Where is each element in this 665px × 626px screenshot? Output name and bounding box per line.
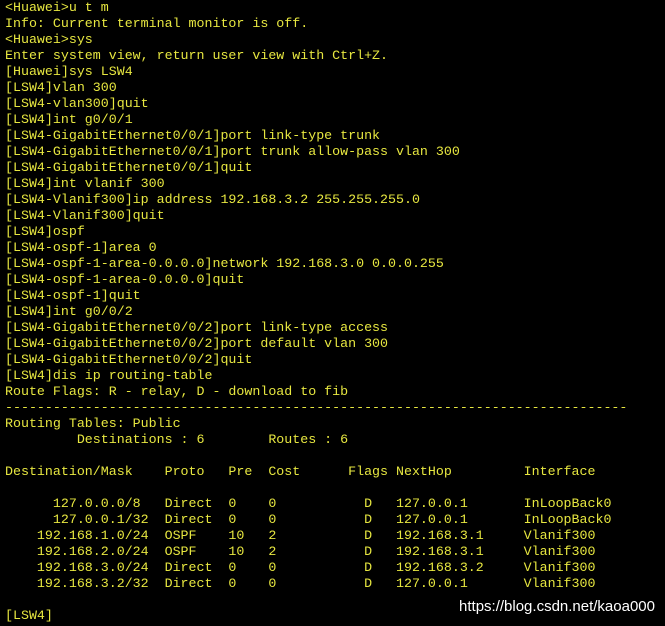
terminal-line: [LSW4-vlan300]quit bbox=[5, 96, 149, 111]
terminal-line: [LSW4-Vlanif300]ip address 192.168.3.2 2… bbox=[5, 192, 420, 207]
terminal-line: [LSW4-GigabitEthernet0/0/1]port trunk al… bbox=[5, 144, 460, 159]
terminal-line: 127.0.0.0/8 Direct 0 0 D 127.0.0.1 InLoo… bbox=[5, 496, 612, 511]
terminal-line: Info: Current terminal monitor is off. bbox=[5, 16, 309, 31]
terminal-line: 127.0.0.1/32 Direct 0 0 D 127.0.0.1 InLo… bbox=[5, 512, 612, 527]
terminal-line: [LSW4-GigabitEthernet0/0/1]quit bbox=[5, 160, 253, 175]
terminal-line: [LSW4]int g0/0/1 bbox=[5, 112, 133, 127]
terminal-line: [LSW4]ospf bbox=[5, 224, 85, 239]
terminal-line: [LSW4-GigabitEthernet0/0/2]quit bbox=[5, 352, 253, 367]
terminal-line: [LSW4-GigabitEthernet0/0/2]port default … bbox=[5, 336, 389, 351]
terminal-window[interactable]: <Huawei>u t m Info: Current terminal moni… bbox=[0, 0, 665, 626]
terminal-line: [LSW4-ospf-1]quit bbox=[5, 288, 141, 303]
terminal-line: [Huawei]sys LSW4 bbox=[5, 64, 133, 79]
terminal-line: [LSW4-GigabitEthernet0/0/2]port link-typ… bbox=[5, 320, 389, 335]
terminal-line: 192.168.2.0/24 OSPF 10 2 D 192.168.3.1 V… bbox=[5, 544, 596, 559]
terminal-line: Routing Tables: Public bbox=[5, 416, 181, 431]
terminal-line: [LSW4-ospf-1]area 0 bbox=[5, 240, 157, 255]
terminal-line: Route Flags: R - relay, D - download to … bbox=[5, 384, 349, 399]
terminal-line: 192.168.3.2/32 Direct 0 0 D 127.0.0.1 Vl… bbox=[5, 576, 596, 591]
terminal-line: [LSW4-ospf-1-area-0.0.0.0]quit bbox=[5, 272, 245, 287]
terminal-line: Enter system view, return user view with… bbox=[5, 48, 389, 63]
terminal-line: Destination/Mask Proto Pre Cost Flags Ne… bbox=[5, 464, 596, 479]
terminal-line: 192.168.3.0/24 Direct 0 0 D 192.168.3.2 … bbox=[5, 560, 596, 575]
terminal-line: [LSW4]dis ip routing-table bbox=[5, 368, 213, 383]
terminal-line: ----------------------------------------… bbox=[5, 400, 628, 415]
terminal-line: [LSW4]int g0/0/2 bbox=[5, 304, 133, 319]
terminal-line: [LSW4]vlan 300 bbox=[5, 80, 117, 95]
terminal-output: <Huawei>u t m Info: Current terminal moni… bbox=[5, 0, 627, 624]
terminal-line: [LSW4]int vlanif 300 bbox=[5, 176, 165, 191]
terminal-line: [LSW4-ospf-1-area-0.0.0.0]network 192.16… bbox=[5, 256, 444, 271]
terminal-line: 192.168.1.0/24 OSPF 10 2 D 192.168.3.1 V… bbox=[5, 528, 596, 543]
terminal-line: <Huawei>u t m bbox=[5, 0, 109, 15]
terminal-line: [LSW4-GigabitEthernet0/0/1]port link-typ… bbox=[5, 128, 381, 143]
terminal-line: Destinations : 6 Routes : 6 bbox=[5, 432, 349, 447]
terminal-line: <Huawei>sys bbox=[5, 32, 93, 47]
terminal-line: [LSW4-Vlanif300]quit bbox=[5, 208, 165, 223]
watermark: https://blog.csdn.net/kaoa000 bbox=[459, 598, 655, 615]
